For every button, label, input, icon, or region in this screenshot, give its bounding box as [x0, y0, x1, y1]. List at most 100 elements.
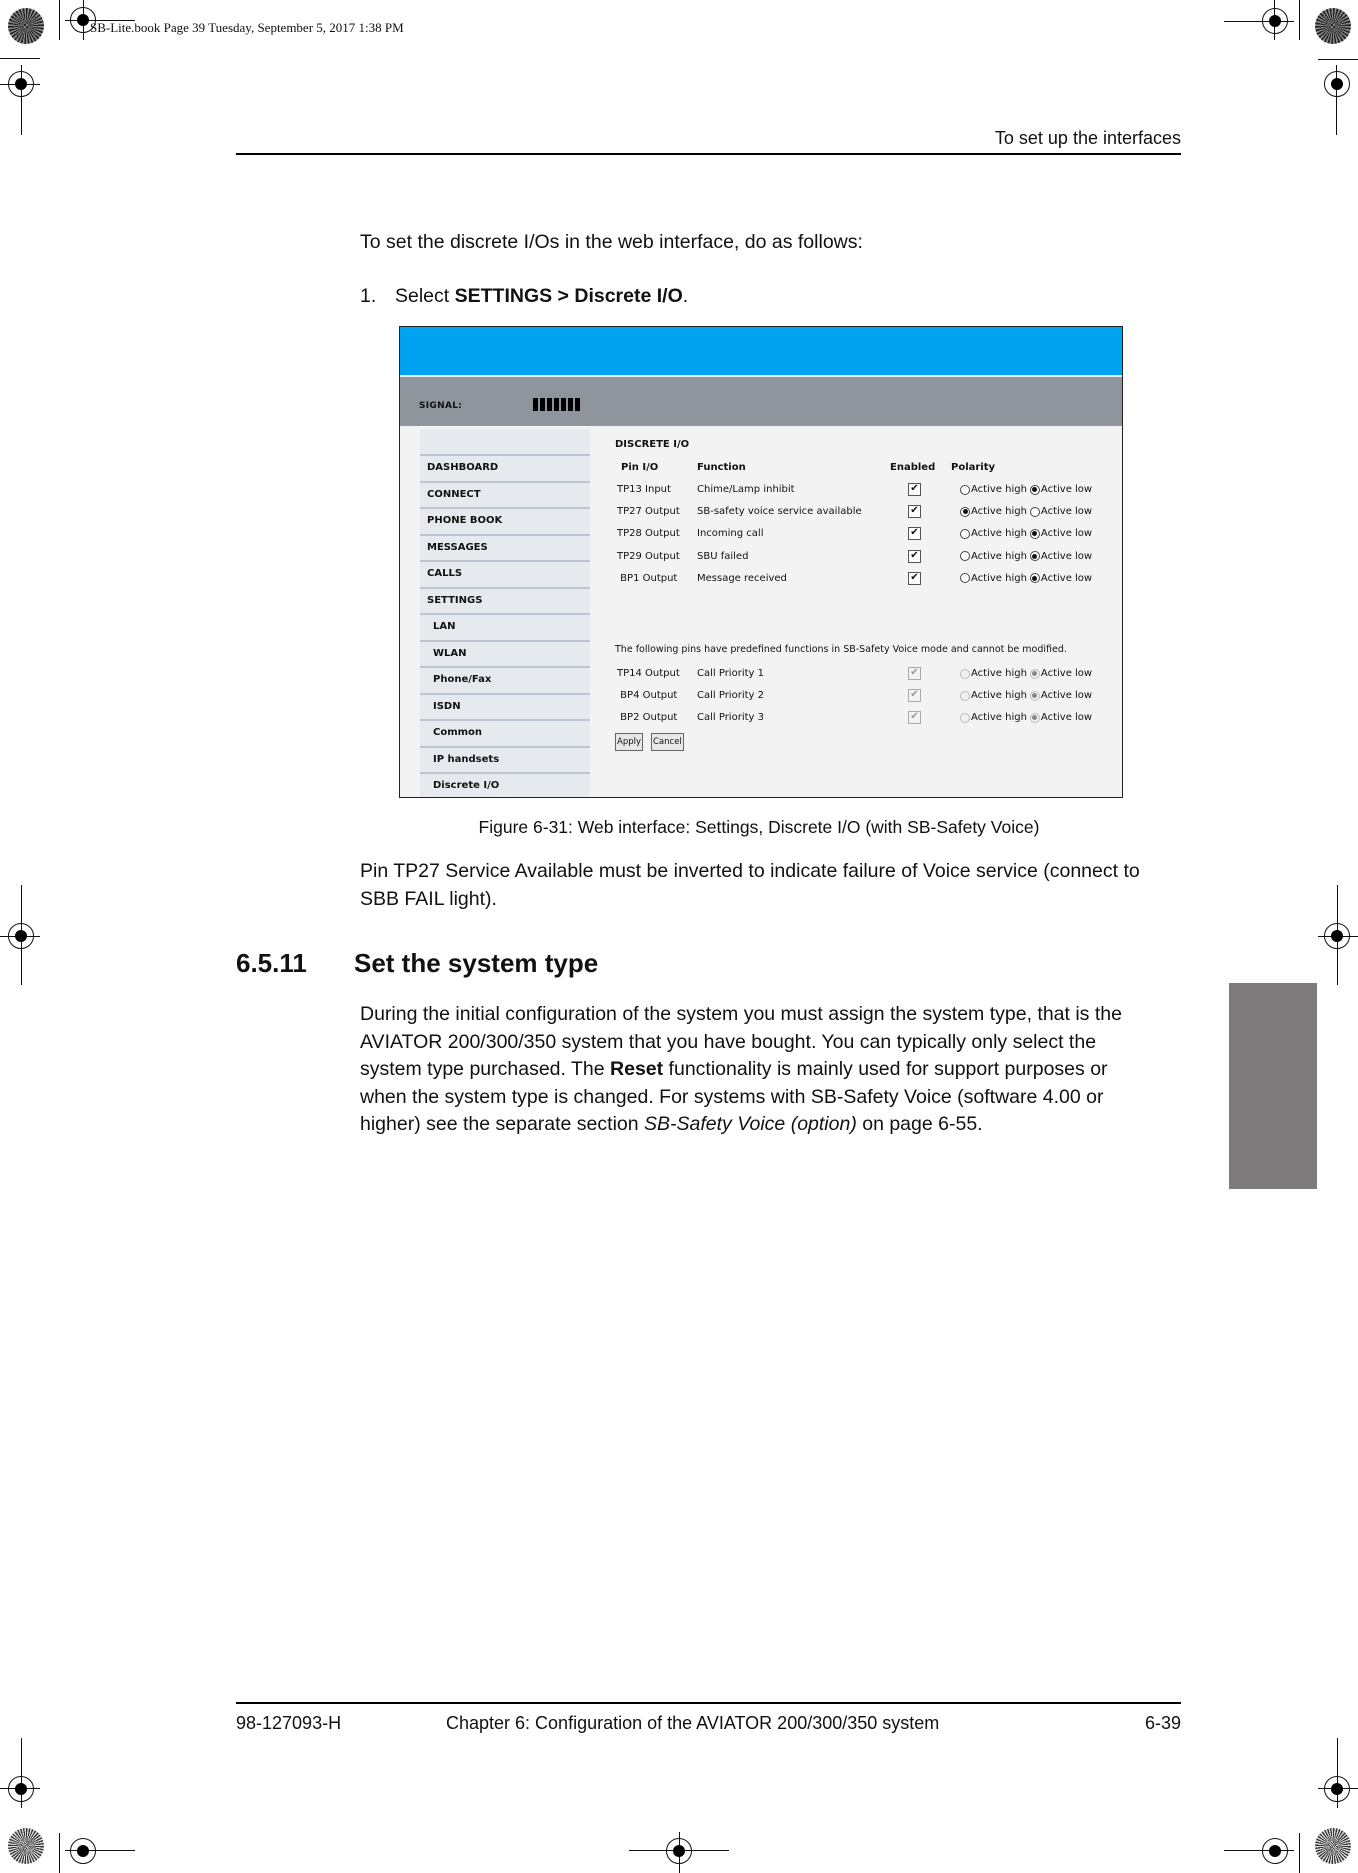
section-heading: 6.5.11 Set the system type [236, 948, 598, 979]
pin-function: Call Priority 3 [697, 712, 764, 724]
enabled-checkbox[interactable]: ✔ [908, 527, 921, 541]
sidebar-spacer [420, 429, 590, 456]
active-low-label: Active low [1040, 528, 1093, 540]
active-low-label: Active low [1040, 712, 1093, 724]
sidebar-item-isdn[interactable]: ISDN [420, 695, 590, 721]
pin-io: TP28 Output [617, 528, 680, 540]
pin-function: Call Priority 1 [697, 668, 764, 679]
pin-note-line: SBB FAIL light). [360, 887, 497, 910]
enabled-checkbox[interactable]: ✔ [908, 483, 921, 496]
polarity-radio-group: Active high Active low [960, 690, 1095, 701]
intro-text: To set the discrete I/Os in the web inte… [360, 231, 863, 253]
polarity-radio-group: Active high Active low [960, 528, 1095, 539]
color-bar-star-icon [8, 1828, 44, 1864]
section-number: 6.5.11 [236, 948, 307, 978]
active-high-label: Active high [971, 506, 1027, 518]
pin-function: Call Priority 2 [697, 690, 764, 702]
active-high-label: Active high [971, 528, 1027, 540]
registration-mark-icon [1324, 923, 1350, 949]
column-header-function: Function [697, 462, 746, 473]
pin-io: TP29 Output [617, 550, 680, 562]
active-high-label: Active high [971, 550, 1027, 562]
polarity-radio-group: Active high Active low [960, 551, 1095, 562]
pin-io: BP4 Output [617, 690, 678, 702]
footer-doc-number: 98-127093-H [236, 1713, 342, 1733]
active-high-radio[interactable] [960, 484, 970, 495]
sidebar-item-dashboard[interactable]: DASHBOARD [420, 456, 590, 483]
sidebar-item-messages[interactable]: MESSAGES [420, 536, 590, 562]
sidebar-item-discrete-i-o[interactable]: Discrete I/O [420, 774, 590, 797]
polarity-radio-group: Active high Active low [960, 484, 1095, 495]
pin-io: BP1 Output [617, 572, 678, 584]
step-suffix: . [682, 285, 689, 307]
pin-io: TP14 Output [617, 668, 680, 679]
io-row: BP4 Output Call Priority 2 ✔ Active high Act… [615, 689, 1115, 710]
signal-bar-segment [533, 398, 538, 411]
registration-mark-icon [666, 1838, 692, 1864]
footer-rule [236, 1702, 1181, 1704]
sidebar-item-calls[interactable]: CALLS [420, 562, 590, 589]
step-1: 1. Select SETTINGS > Discrete I/O. [360, 283, 688, 311]
pin-note: Pin TP27 Service Available must be inver… [360, 858, 1140, 913]
active-low-radio[interactable] [1029, 506, 1040, 517]
active-high-radio[interactable] [960, 506, 970, 517]
active-high-label: Active high [971, 572, 1027, 584]
sidebar-item-wlan[interactable]: WLAN [420, 642, 590, 668]
sidebar-nav: DASHBOARD CONNECT PHONE BOOK MESSAGES CALLS S… [420, 429, 590, 797]
active-high-radio[interactable] [960, 528, 970, 539]
signal-bar-segment [575, 398, 580, 411]
cancel-button[interactable]: Cancel [651, 733, 684, 751]
sidebar-item-ip-handsets[interactable]: IP handsets [420, 748, 590, 774]
body-text: on page 6-55. [856, 1113, 983, 1135]
active-low-label: Active low [1040, 550, 1093, 562]
signal-strength-meter [533, 398, 580, 411]
sidebar-item-lan[interactable]: LAN [420, 615, 590, 642]
active-high-label: Active high [971, 484, 1027, 495]
footer-page-number: 6-39 [1144, 1713, 1181, 1733]
body-text: higher) see the separate section [360, 1113, 645, 1135]
active-low-radio[interactable] [1029, 573, 1040, 584]
signal-bar-segment [540, 398, 545, 411]
active-high-label: Active high [971, 712, 1027, 724]
color-bar-star-icon [8, 8, 44, 44]
sidebar-item-settings[interactable]: SETTINGS [420, 589, 590, 615]
cross-reference-link[interactable]: SB-Safety Voice (option) [644, 1113, 857, 1135]
active-low-label: Active low [1040, 506, 1093, 518]
io-row: TP27 Output SB-safety voice service avail… [615, 505, 1115, 526]
column-header-pin-io: Pin I/O [621, 462, 659, 473]
io-row: TP28 Output Incoming call ✔ Active high Acti… [615, 527, 1115, 548]
sidebar-item-phone-book[interactable]: PHONE BOOK [420, 509, 590, 536]
enabled-checkbox[interactable]: ✔ [908, 571, 921, 585]
body-text: functionality is mainly used for support… [663, 1058, 1108, 1080]
body-line: system type purchased. The Reset functio… [360, 1056, 1122, 1084]
sidebar-item-common[interactable]: Common [420, 721, 590, 748]
signal-bar-segment [554, 398, 559, 411]
registration-mark-icon [1324, 1776, 1350, 1802]
active-high-radio[interactable] [960, 573, 970, 584]
active-low-label: Active low [1040, 572, 1093, 584]
enabled-checkbox: ✔ [908, 711, 921, 725]
pin-note-line: Pin TP27 Service Available must be inver… [360, 860, 1140, 882]
panel-title: DISCRETE I/O [615, 439, 690, 450]
header-rule [236, 153, 1181, 155]
sidebar-item-connect[interactable]: CONNECT [420, 483, 590, 509]
column-header-polarity: Polarity [951, 462, 996, 473]
section-title: Set the system type [354, 948, 599, 978]
pin-io: TP27 Output [617, 506, 680, 518]
enabled-checkbox[interactable]: ✔ [908, 549, 921, 563]
active-low-radio[interactable] [1029, 551, 1040, 562]
body-text: system type purchased. The [360, 1058, 611, 1080]
enabled-checkbox[interactable]: ✔ [908, 505, 921, 519]
body-line: AVIATOR 200/300/350 system that you have… [360, 1030, 1097, 1053]
sidebar-item-phone-fax[interactable]: Phone/Fax [420, 668, 590, 695]
menu-path: SETTINGS > Discrete I/O [454, 285, 683, 307]
pin-function: SBU failed [697, 550, 749, 562]
enabled-checkbox: ✔ [908, 667, 921, 680]
polarity-radio-group: Active high Active low [960, 573, 1095, 584]
active-low-radio[interactable] [1029, 528, 1040, 539]
pin-io: TP13 Input [617, 484, 671, 495]
active-high-radio[interactable] [960, 551, 970, 562]
apply-button[interactable]: Apply [615, 733, 643, 751]
active-high-label: Active high [971, 690, 1027, 702]
active-low-radio[interactable] [1029, 484, 1040, 495]
